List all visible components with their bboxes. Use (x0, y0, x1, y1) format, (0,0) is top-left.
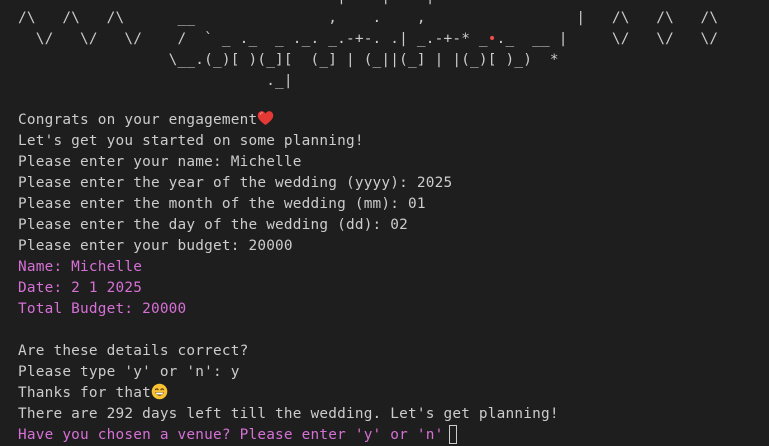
thanks-text: Thanks for that (18, 385, 151, 401)
day-prompt-line: Please enter the day of the wedding (dd)… (18, 217, 409, 233)
ascii-art-banner: | | | /\ /\ /\ __ , . , | /\ /\ /\ \/ \/… (18, 0, 718, 92)
budget-prompt-line: Please enter your budget: 20000 (18, 238, 293, 254)
banner-line-3: \__.(_)[ )(_][ (_] | (_||(_] | |(_)[ )_)… (18, 52, 559, 68)
banner-line-2-part-a: \/ \/ \/ / ` _ ._ _ ._. _.-+-. .| _.-+-*… (18, 31, 488, 47)
venue-prompt-line: Have you chosen a venue? Please enter 'y… (18, 425, 559, 446)
start-planning-line: Let's get you started on some planning! (18, 133, 364, 149)
confirm-question-line: Are these details correct? (18, 343, 249, 359)
banner-line-4: ._| (18, 73, 293, 89)
name-prompt-line: Please enter your name: Michelle (18, 154, 302, 170)
date-summary-line: Date: 2 1 2025 (18, 280, 143, 296)
banner-line-2: \/ \/ \/ / ` _ ._ _ ._. _.-+-. .| _.-+-*… (18, 31, 718, 47)
grinning-face-icon (151, 383, 168, 400)
congrats-text: Congrats on your engagement (18, 112, 258, 128)
thanks-line: Thanks for that (18, 383, 559, 404)
banner-line-2-part-b: ._ __ | \/ \/ \/ (496, 31, 719, 47)
congrats-line: Congrats on your engagement (18, 110, 559, 131)
banner-line-1: /\ /\ /\ __ , . , | /\ /\ /\ (18, 10, 719, 26)
banner-red-dot: • (487, 31, 497, 47)
red-heart-icon (257, 110, 274, 127)
terminal-output[interactable]: | | | /\ /\ /\ __ , . , | /\ /\ /\ \/ \/… (0, 0, 769, 445)
program-output: Congrats on your engagement Let's get yo… (18, 110, 559, 446)
terminal-cursor[interactable] (449, 425, 458, 444)
type-prompt-line: Please type 'y' or 'n': y (18, 364, 240, 380)
name-summary-line: Name: Michelle (18, 259, 143, 275)
month-prompt-line: Please enter the month of the wedding (m… (18, 196, 426, 212)
venue-prompt-text: Have you chosen a venue? Please enter 'y… (18, 427, 444, 443)
days-left-line: There are 292 days left till the wedding… (18, 406, 559, 422)
banner-line-0: | | | (18, 0, 701, 5)
year-prompt-line: Please enter the year of the wedding (yy… (18, 175, 453, 191)
budget-summary-line: Total Budget: 20000 (18, 301, 187, 317)
